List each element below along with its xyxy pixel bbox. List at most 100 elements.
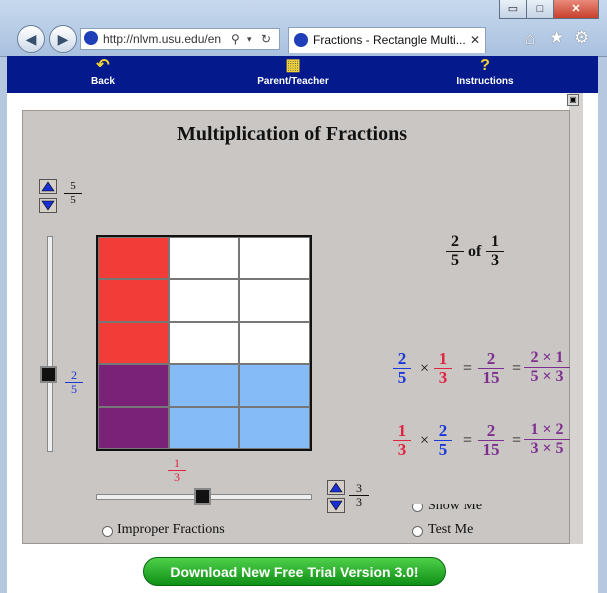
of-left-fraction: 2 5 [446, 233, 464, 269]
eq2-expanded-num: 1 × 2 [524, 421, 570, 440]
grid-cell [98, 364, 169, 407]
tab-fractions[interactable]: Fractions - Rectangle Multi... ✕ [288, 27, 486, 53]
site-favicon-icon [84, 31, 98, 45]
vertical-slider-thumb[interactable] [40, 366, 57, 383]
test-me-radio[interactable] [412, 526, 423, 537]
grid-cell [239, 279, 310, 322]
of-left-num: 2 [446, 233, 464, 252]
eq2-result-fraction: 2 15 [478, 422, 504, 460]
app-navbar: ↶ Back ▦ Parent/Teacher ? Instructions [7, 56, 598, 93]
vslider-numerator: 2 [65, 369, 83, 383]
grid-cell [98, 237, 169, 280]
instructions-nav-button[interactable]: ? Instructions [453, 56, 517, 87]
page-title: Multiplication of Fractions [177, 123, 407, 145]
home-icon[interactable]: ⌂ [525, 29, 535, 49]
of-right-fraction: 1 3 [486, 233, 504, 269]
show-me-radio[interactable] [412, 504, 423, 512]
favorites-star-icon[interactable]: ★ [549, 28, 564, 48]
eq2-a-num: 1 [393, 422, 411, 441]
eq1-b-num: 1 [434, 350, 452, 369]
eq1-equals: = [463, 360, 473, 377]
rows-numerator: 5 [64, 180, 82, 194]
rows-denominator: 5 [70, 193, 76, 206]
search-icon[interactable]: ⚲ [231, 29, 240, 49]
eq2-expanded-fraction: 1 × 2 3 × 5 [524, 421, 570, 457]
vertical-slider-value: 2 5 [65, 369, 83, 396]
question-mark-icon: ? [480, 57, 490, 74]
horizontal-slider-value: 1 3 [168, 457, 186, 484]
arrow-left-icon: ◀ [25, 31, 37, 47]
eq2-result-num: 2 [478, 422, 504, 441]
of-word: of [468, 243, 482, 260]
eq1-times: × [420, 360, 430, 377]
tab-close-icon[interactable]: ✕ [470, 28, 480, 53]
maximize-button[interactable]: □ [526, 0, 554, 19]
of-left-den: 5 [451, 251, 459, 269]
hslider-numerator: 1 [168, 457, 186, 471]
arrow-down-icon [329, 500, 343, 511]
grid-cell [98, 406, 169, 449]
back-browser-button[interactable]: ◀ [17, 25, 45, 53]
eq1-result-num: 2 [478, 350, 504, 369]
cols-numerator: 3 [349, 482, 369, 496]
eq1-expanded-num: 2 × 1 [524, 349, 570, 368]
parent-teacher-label: Parent/Teacher [257, 76, 329, 87]
vslider-denominator: 5 [71, 381, 77, 396]
improper-fractions-radio[interactable] [102, 526, 113, 537]
hslider-denominator: 3 [174, 469, 180, 484]
eq2-a-fraction: 1 3 [393, 422, 411, 460]
eq1-expanded-fraction: 2 × 1 5 × 3 [524, 349, 570, 385]
grid-cell [168, 321, 240, 365]
close-button[interactable]: ✕ [553, 0, 599, 19]
eq1-b-den: 3 [438, 367, 448, 387]
refresh-icon[interactable]: ↻ [261, 29, 271, 49]
arrow-up-icon [329, 482, 343, 493]
eq2-times: × [420, 432, 430, 449]
address-text: http://nlvm.usu.edu/en [103, 32, 222, 46]
horizontal-slider-thumb[interactable] [194, 488, 211, 505]
arrow-up-icon [41, 181, 55, 192]
grid-cell [168, 279, 240, 322]
eq1-equals-2: = [512, 360, 522, 377]
eq1-a-fraction: 2 5 [393, 350, 411, 388]
forward-browser-button[interactable]: ▶ [49, 25, 77, 53]
grid-cell [239, 321, 310, 365]
rows-down-button[interactable] [39, 198, 57, 213]
eq1-a-den: 5 [397, 367, 407, 387]
cols-up-button[interactable] [327, 480, 345, 495]
eq2-equals: = [463, 432, 473, 449]
grid-cell [168, 237, 240, 280]
eq2-result-den: 15 [482, 439, 500, 459]
settings-gear-icon[interactable]: ⚙ [574, 28, 589, 48]
grid-cell [168, 364, 240, 407]
eq1-result-den: 15 [482, 367, 500, 387]
minimize-button[interactable]: ▭ [499, 0, 527, 19]
parent-teacher-nav-button[interactable]: ▦ Parent/Teacher [253, 56, 333, 87]
site-favicon-icon [294, 33, 308, 47]
eq2-b-fraction: 2 5 [434, 422, 452, 460]
cols-down-button[interactable] [327, 498, 345, 513]
eq2-b-den: 5 [438, 439, 448, 459]
download-trial-button[interactable]: Download New Free Trial Version 3.0! [143, 557, 446, 586]
dropdown-icon[interactable]: ▾ [247, 29, 252, 49]
eq1-expanded-den: 5 × 3 [530, 367, 564, 385]
grid-cell [98, 279, 169, 322]
eq1-result-fraction: 2 15 [478, 350, 504, 388]
page-scroll-strip [569, 93, 583, 544]
eq1-a-num: 2 [393, 350, 411, 369]
grid-cell [239, 406, 310, 449]
show-me-option[interactable]: Show Me [410, 504, 500, 516]
restore-window-icon[interactable]: ▣ [567, 94, 579, 106]
grid-cell [168, 406, 240, 449]
vertical-slider-track[interactable] [47, 236, 53, 452]
tab-title: Fractions - Rectangle Multi... [313, 33, 466, 47]
improper-fractions-label: Improper Fractions [117, 522, 225, 537]
arrow-down-icon [41, 200, 55, 211]
of-right-den: 3 [491, 251, 499, 269]
show-me-label: Show Me [428, 504, 483, 513]
back-arrow-icon: ↶ [96, 57, 110, 74]
address-bar[interactable]: http://nlvm.usu.edu/en ⚲ ▾ ↻ [80, 28, 280, 50]
rows-up-button[interactable] [39, 179, 57, 194]
back-label: Back [91, 76, 115, 87]
back-nav-button[interactable]: ↶ Back [83, 56, 123, 87]
